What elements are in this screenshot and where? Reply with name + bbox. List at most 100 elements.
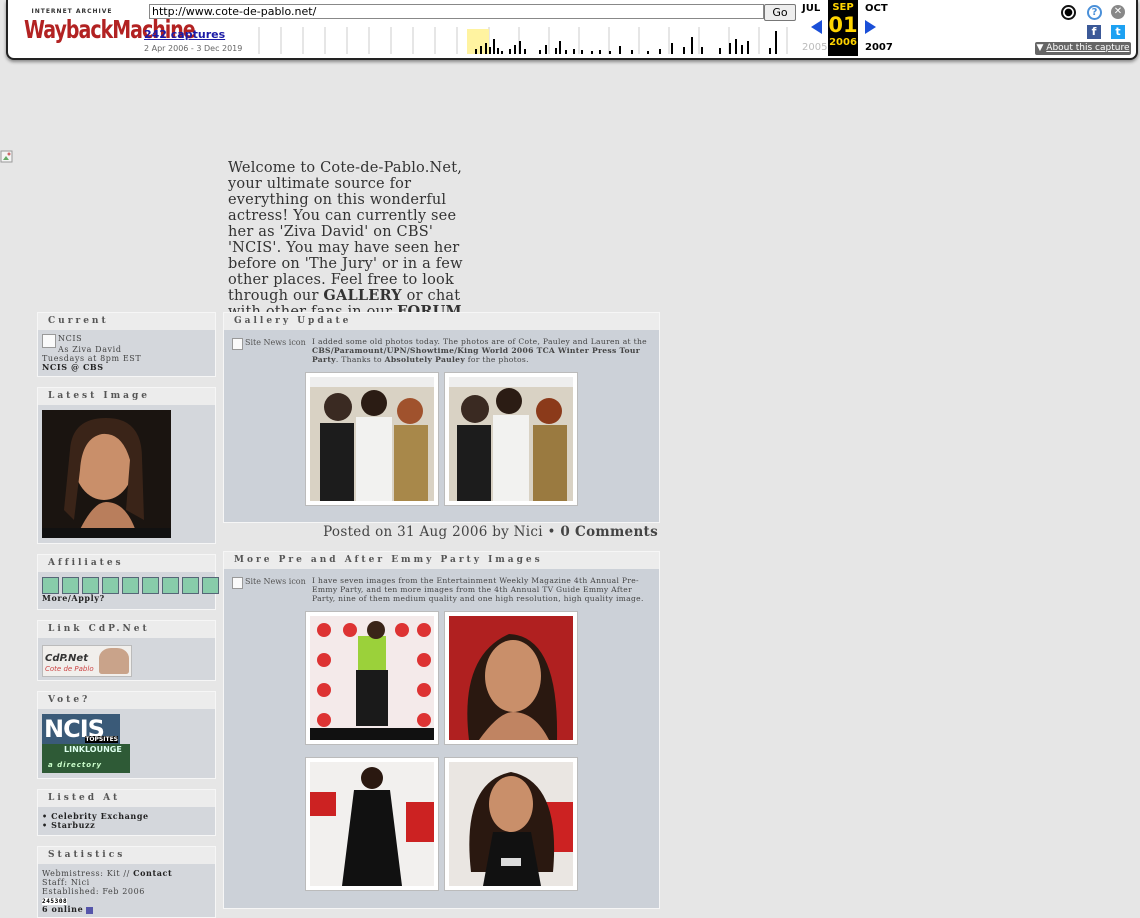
current-img-alt: NCIS bbox=[58, 334, 83, 343]
broken-image-icon bbox=[232, 338, 243, 350]
contact-link[interactable]: Contact bbox=[133, 868, 172, 878]
topsites-label: TOPSITES bbox=[85, 736, 118, 743]
statistics-box: Statistics Webmistress: Kit // Contact S… bbox=[37, 846, 216, 918]
post-text-part: . Thanks to bbox=[335, 355, 385, 364]
ncis-topsites-button[interactable]: NCIS TOPSITES bbox=[42, 714, 120, 744]
about-capture-button[interactable]: ▼ About this capture bbox=[1035, 42, 1131, 55]
capture-sparkline[interactable] bbox=[239, 27, 795, 54]
ncis-image-icon bbox=[42, 334, 56, 348]
affiliate-button[interactable] bbox=[182, 577, 199, 594]
gallery-thumbnail[interactable] bbox=[444, 611, 578, 745]
latest-image-photo[interactable] bbox=[42, 410, 171, 538]
linklounge-label: LINKLOUNGE bbox=[64, 745, 122, 754]
link-title: Link CdP.Net bbox=[38, 621, 215, 638]
current-title: Current bbox=[38, 313, 215, 330]
affiliate-button[interactable] bbox=[202, 577, 219, 594]
wayback-toolbar: INTERNET ARCHIVE WaybackMachine http://w… bbox=[6, 0, 1138, 60]
wayback-logo[interactable]: INTERNET ARCHIVE WaybackMachine bbox=[24, 8, 196, 48]
wayback-logo-small: INTERNET ARCHIVE bbox=[31, 8, 113, 15]
current-capture-date: SEP 01 2006 bbox=[828, 0, 858, 56]
affiliate-button[interactable] bbox=[122, 577, 139, 594]
gallery-thumbnail[interactable] bbox=[305, 611, 439, 745]
intro-part-1: Welcome to Cote-de-Pablo.Net, your ultim… bbox=[228, 160, 463, 304]
affiliate-button[interactable] bbox=[102, 577, 119, 594]
thumbnail-photo bbox=[449, 616, 573, 740]
absolutely-pauley-link[interactable]: Absolutely Pauley bbox=[385, 355, 465, 364]
gallery-thumbnail[interactable] bbox=[444, 757, 578, 891]
facebook-icon[interactable]: f bbox=[1087, 25, 1101, 39]
banner-subtitle: Cote de Pablo bbox=[45, 665, 94, 673]
cur-month: SEP bbox=[832, 2, 854, 13]
statistics-title: Statistics bbox=[38, 847, 215, 864]
vote-box: Vote? NCIS TOPSITES LINKLOUNGE a directo… bbox=[37, 691, 216, 779]
affiliates-box: Affiliates More/Apply? bbox=[37, 554, 219, 610]
gallery-thumbnail[interactable] bbox=[305, 372, 439, 506]
affiliate-button[interactable] bbox=[162, 577, 179, 594]
current-role: As Ziva David bbox=[58, 345, 122, 354]
next-capture-arrow-icon[interactable] bbox=[865, 20, 876, 34]
listed-link-starbuzz[interactable]: • Starbuzz bbox=[42, 820, 95, 830]
intro-text: Welcome to Cote-de-Pablo.Net, your ultim… bbox=[228, 160, 474, 320]
gallery-link[interactable]: GALLERY bbox=[323, 287, 401, 304]
current-box: Current NCIS As Ziva David Tuesdays at 8… bbox=[37, 312, 216, 377]
gallery-thumbnail[interactable] bbox=[444, 372, 578, 506]
banner-face bbox=[99, 648, 129, 674]
directory-label: a directory bbox=[48, 761, 103, 769]
about-capture-label: About this capture bbox=[1046, 43, 1130, 53]
posted-on-text: Posted on 31 Aug 2006 by Nici • bbox=[323, 524, 561, 540]
affiliates-title: Affiliates bbox=[38, 555, 215, 572]
post-body: I have seven images from the Entertainme… bbox=[312, 576, 644, 603]
site-news-icon-alt: Site News icon bbox=[245, 338, 306, 347]
latest-image-title: Latest Image bbox=[38, 388, 215, 405]
gallery-thumbnail[interactable] bbox=[305, 757, 439, 891]
linklounge-button[interactable]: LINKLOUNGE a directory bbox=[42, 744, 130, 773]
user-icon[interactable]: ● bbox=[1061, 5, 1076, 20]
established-text: Established: Feb 2006 bbox=[42, 887, 145, 896]
banner-title: CdP.Net bbox=[45, 653, 88, 664]
site-news-icon-alt: Site News icon bbox=[245, 577, 306, 586]
close-icon[interactable]: ✕ bbox=[1111, 5, 1125, 19]
thumbnail-photo bbox=[449, 762, 573, 886]
prev-month[interactable]: JUL bbox=[802, 3, 820, 14]
chevron-down-icon: ▼ bbox=[1036, 43, 1047, 53]
thumbnail-photo bbox=[310, 377, 434, 501]
next-year[interactable]: 2007 bbox=[865, 42, 893, 53]
thumbnail-photo bbox=[310, 616, 434, 740]
broken-image-icon bbox=[232, 577, 243, 589]
post-emmy-party: More Pre and After Emmy Party Images Sit… bbox=[223, 551, 660, 909]
cur-year: 2006 bbox=[829, 37, 857, 48]
post-meta: Posted on 31 Aug 2006 by Nici • 0 Commen… bbox=[223, 524, 658, 540]
webmistress-text: Webmistress: Kit // bbox=[42, 869, 134, 878]
post-text-part: for the photos. bbox=[465, 355, 529, 364]
captures-link[interactable]: 242 captures bbox=[144, 28, 225, 41]
listed-at-title: Listed At bbox=[38, 790, 215, 807]
twitter-icon[interactable]: t bbox=[1111, 25, 1125, 39]
captures-range: 2 Apr 2006 - 3 Dec 2019 bbox=[144, 44, 243, 53]
online-icon bbox=[86, 906, 94, 914]
go-button[interactable]: Go bbox=[764, 4, 796, 21]
post-body: I added some old photos today. The photo… bbox=[312, 337, 648, 364]
more-apply-link[interactable]: More/Apply? bbox=[42, 593, 105, 603]
thumbnail-photo bbox=[310, 762, 434, 886]
help-icon[interactable]: ? bbox=[1087, 5, 1102, 20]
url-input[interactable]: http://www.cote-de-pablo.net/ bbox=[149, 4, 764, 19]
comments-link[interactable]: 0 Comments bbox=[560, 524, 658, 540]
next-month[interactable]: OCT bbox=[865, 3, 888, 14]
affiliate-button[interactable] bbox=[82, 577, 99, 594]
affiliate-button[interactable] bbox=[142, 577, 159, 594]
listed-at-box: Listed At • Celebrity Exchange • Starbuz… bbox=[37, 789, 216, 836]
post-title: More Pre and After Emmy Party Images bbox=[224, 552, 659, 569]
current-network-link[interactable]: NCIS @ CBS bbox=[42, 362, 104, 372]
latest-image-box: Latest Image bbox=[37, 387, 216, 544]
link-box: Link CdP.Net CdP.Net Cote de Pablo bbox=[37, 620, 216, 681]
cdp-link-banner[interactable]: CdP.Net Cote de Pablo bbox=[42, 645, 132, 677]
affiliate-button[interactable] bbox=[62, 577, 79, 594]
affiliate-button[interactable] bbox=[42, 577, 59, 594]
site-news-icon: Site News icon bbox=[232, 577, 308, 589]
prev-capture-arrow-icon[interactable] bbox=[811, 20, 822, 34]
vote-title: Vote? bbox=[38, 692, 215, 709]
prev-year[interactable]: 2005 bbox=[802, 42, 827, 53]
staff-text: Staff: Nici bbox=[42, 878, 90, 887]
post-text-part: I added some old photos today. The photo… bbox=[312, 337, 647, 346]
post-gallery-update: Gallery Update Site News icon I added so… bbox=[223, 312, 660, 523]
